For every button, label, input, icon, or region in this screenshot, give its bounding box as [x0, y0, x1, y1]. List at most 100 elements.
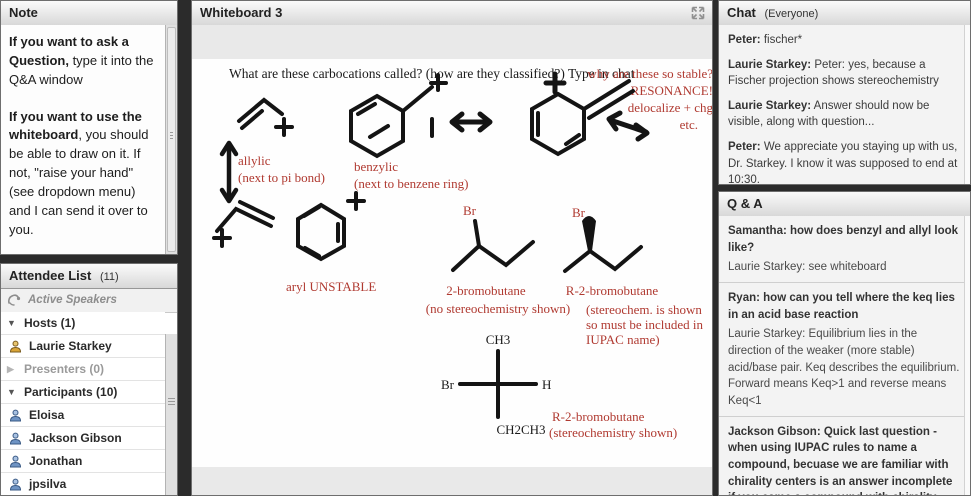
scrollbar-grip-icon [168, 398, 175, 405]
collapse-triangle-icon[interactable]: ▼ [7, 381, 17, 403]
active-speakers-icon [8, 294, 21, 306]
note-paragraph: If you want to use the whiteboard, you s… [9, 108, 159, 240]
attendee-row-participant[interactable]: Jackson Gibson [1, 427, 165, 450]
chat-sender: Peter: [728, 141, 761, 154]
collapse-triangle-icon[interactable]: ▼ [7, 312, 17, 334]
whiteboard-canvas-area[interactable]: What are these carbocations called? (how… [192, 25, 712, 495]
qa-scrollbar[interactable] [964, 216, 970, 495]
attendee-row-participant[interactable]: Jonathan [1, 450, 165, 473]
note-pod: Note If you want to ask a Question, type… [0, 0, 178, 255]
wb-etc-text: etc. [680, 117, 698, 132]
wb-question-text: What are these carbocations called? (how… [229, 66, 635, 81]
r-bromobutane-sub2: so must be included in [586, 317, 703, 332]
qa-entry: Samantha: how does benzyl and allyl look… [719, 216, 970, 284]
note-pod-header[interactable]: Note [1, 1, 177, 26]
attendee-name: Eloisa [29, 408, 65, 422]
chat-message: Laurie Starkey: Answer should now be vis… [728, 98, 960, 130]
r-bromobutane-sub3: IUPAC name) [586, 332, 660, 347]
scrollbar-grip-icon [170, 132, 173, 139]
benzylic-sub-label: (next to benzene ring) [354, 176, 468, 191]
attendee-name: jpsilva [29, 477, 67, 491]
note-text: , you should be able to draw on it. If n… [9, 127, 149, 237]
attendee-rows: ▼ Hosts (1) Laurie Starkey ▶ Presenters … [1, 312, 165, 495]
attendee-title: Attendee List [9, 268, 92, 283]
fischer-sub-label: (stereochemistry shown) [549, 425, 677, 440]
bromobutane-sub-label: (no stereochemistry shown) [426, 301, 570, 316]
attendee-row-participant[interactable]: Eloisa [1, 404, 165, 427]
attendee-group-hosts[interactable]: ▼ Hosts (1) [1, 312, 165, 335]
chat-scrollbar[interactable] [964, 25, 970, 184]
attendee-count: (11) [99, 271, 119, 283]
qa-question: Samantha: how does benzyl and allyl look… [728, 225, 959, 254]
br-label: Br [463, 203, 477, 218]
chat-title: Chat [727, 5, 756, 20]
benzylic-label: benzylic [354, 159, 398, 174]
note-title: Note [9, 5, 38, 20]
expand-triangle-icon[interactable]: ▶ [7, 358, 17, 380]
note-content[interactable]: If you want to ask a Question, type it i… [1, 25, 165, 254]
whiteboard-drawing[interactable]: What are these carbocations called? (how… [192, 25, 713, 495]
whiteboard-pod-header[interactable]: Whiteboard 3 [192, 1, 712, 26]
active-speakers-label: Active Speakers [28, 294, 117, 306]
allylic-label: allylic [238, 153, 271, 168]
attendee-pod-header[interactable]: Attendee List (11) [1, 264, 177, 289]
attendee-name: Laurie Starkey [29, 339, 112, 353]
chat-text: fischer* [763, 34, 803, 46]
fullscreen-icon[interactable] [690, 5, 706, 21]
allylic-sub-label: (next to pi bond) [238, 170, 325, 185]
chat-message: Laurie Starkey: Peter: yes, because a Fi… [728, 57, 960, 89]
attendee-name: Jackson Gibson [29, 431, 122, 445]
adobe-connect-window: Note If you want to ask a Question, type… [0, 0, 971, 496]
attendee-scrollbar[interactable] [165, 334, 177, 495]
chat-message: Peter: We appreciate you staying up with… [728, 139, 960, 185]
qa-entry: Jackson Gibson: Quick last question - wh… [719, 417, 970, 495]
chat-sender: Peter: [728, 34, 761, 46]
chat-sender: Laurie Starkey: [728, 100, 812, 113]
fischer-name-label: R-2-bromobutane [552, 409, 645, 424]
chat-scope: (Everyone) [764, 8, 819, 20]
whiteboard-title: Whiteboard 3 [200, 5, 283, 20]
fischer-right-label: H [542, 377, 551, 392]
participant-avatar-icon [9, 432, 22, 444]
note-scrollbar-thumb[interactable] [167, 27, 176, 252]
qa-answer: Laurie Starkey: see whiteboard [728, 261, 887, 274]
participants-header-label: Participants (10) [24, 385, 118, 399]
active-speakers-bar[interactable]: Active Speakers [1, 289, 177, 313]
qa-entry: Ryan: how can you tell where the keq lie… [719, 283, 970, 417]
qa-question: Ryan: how can you tell where the keq lie… [728, 292, 955, 321]
r-bromobutane-sub1: (stereochem. is shown [586, 302, 702, 317]
attendee-group-presenters[interactable]: ▶ Presenters (0) [1, 358, 165, 381]
note-scrollbar[interactable] [165, 25, 177, 254]
chat-messages[interactable]: Peter: fischer* Laurie Starkey: Peter: y… [719, 25, 970, 184]
wb-why-stable-text: why are these so stable? [587, 66, 713, 81]
wb-delocalize-text: delocalize + chg [628, 100, 713, 115]
participant-avatar-icon [9, 455, 22, 467]
attendee-list-pod: Attendee List (11) Active Speakers ▼ Hos… [0, 263, 178, 496]
chat-sender: Laurie Starkey: [728, 59, 812, 72]
fischer-left-label: Br [441, 377, 455, 392]
fischer-bottom-label: CH2CH3 [496, 422, 545, 437]
r-bromobutane-label: R-2-bromobutane [566, 283, 659, 298]
host-avatar-icon [9, 340, 22, 352]
chat-text: We appreciate you staying up with us, Dr… [728, 141, 958, 185]
qa-pod-header[interactable]: Q & A [719, 192, 970, 217]
wb-resonance-text: RESONANCE! [631, 83, 713, 98]
hosts-header-label: Hosts (1) [24, 316, 76, 330]
attendee-row-host[interactable]: Laurie Starkey [1, 335, 165, 358]
whiteboard-pod: Whiteboard 3 What are these carbocations… [191, 0, 713, 496]
qa-answer: Laurie Starkey: Equilibrium lies in the … [728, 328, 960, 408]
presenters-header-label: Presenters (0) [24, 362, 105, 376]
aryl-label: aryl UNSTABLE [286, 279, 376, 294]
attendee-name: Jonathan [29, 454, 83, 468]
qa-question: Jackson Gibson: Quick last question - wh… [728, 425, 953, 495]
participant-avatar-icon [9, 409, 22, 421]
chat-message: Peter: fischer* [728, 32, 960, 48]
qa-pod: Q & A Samantha: how does benzyl and ally… [718, 191, 971, 496]
attendee-row-participant[interactable]: jpsilva [1, 473, 165, 495]
bromobutane-label: 2-bromobutane [446, 283, 526, 298]
qa-entries[interactable]: Samantha: how does benzyl and allyl look… [719, 216, 970, 495]
chat-pod: Chat (Everyone) Peter: fischer* Laurie S… [718, 0, 971, 185]
attendee-group-participants[interactable]: ▼ Participants (10) [1, 381, 165, 404]
chat-pod-header[interactable]: Chat (Everyone) [719, 1, 970, 26]
fischer-top-label: CH3 [486, 332, 511, 347]
